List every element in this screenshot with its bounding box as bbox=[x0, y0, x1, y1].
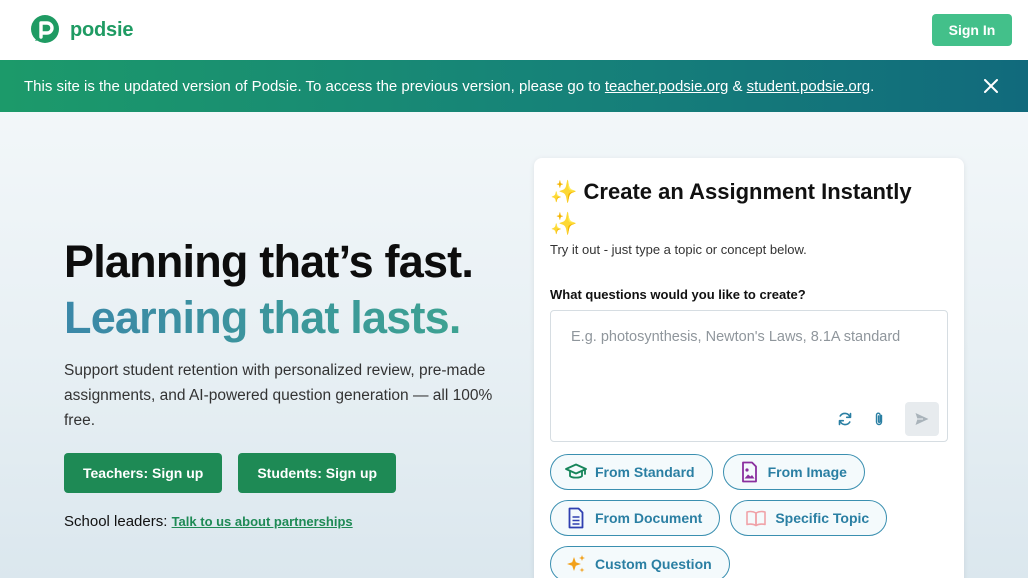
topic-input-box bbox=[550, 310, 948, 442]
custom-question-chip[interactable]: Custom Question bbox=[550, 546, 730, 578]
card-subtitle: Try it out - just type a topic or concep… bbox=[550, 242, 807, 257]
student-site-link[interactable]: student.podsie.org bbox=[747, 78, 870, 95]
hero-section: Planning that’s fast. Learning that last… bbox=[64, 234, 504, 530]
input-toolbar bbox=[837, 402, 939, 436]
top-navbar: podsie Sign In bbox=[0, 0, 1028, 60]
hero-headline-secondary: Learning that lasts. bbox=[64, 290, 504, 346]
from-document-chip[interactable]: From Document bbox=[550, 500, 721, 536]
chip-label: Custom Question bbox=[595, 556, 712, 572]
document-icon bbox=[568, 507, 584, 529]
school-leaders-line: School leaders: Talk to us about partner… bbox=[64, 513, 504, 530]
graduation-cap-icon bbox=[565, 463, 587, 479]
logo-text: podsie bbox=[70, 18, 134, 41]
podsie-logo[interactable]: podsie bbox=[29, 15, 133, 45]
image-file-icon bbox=[741, 461, 757, 483]
card-title: ✨ Create an Assignment Instantly ✨ bbox=[550, 176, 940, 240]
sparkles-icon bbox=[567, 555, 585, 573]
school-leaders-label: School leaders: bbox=[64, 513, 172, 530]
specific-topic-chip[interactable]: Specific Topic bbox=[730, 500, 888, 536]
banner-text-after: . bbox=[870, 77, 875, 95]
generation-source-chips: From Standard From Image From Document S… bbox=[550, 454, 950, 578]
from-image-chip[interactable]: From Image bbox=[722, 454, 865, 490]
close-icon[interactable] bbox=[984, 79, 998, 93]
banner-text: This site is the updated version of Pods… bbox=[24, 78, 874, 95]
paperclip-icon[interactable] bbox=[871, 411, 887, 427]
from-standard-chip[interactable]: From Standard bbox=[550, 454, 713, 490]
sign-in-button[interactable]: Sign In bbox=[932, 14, 1012, 46]
announcement-banner: This site is the updated version of Pods… bbox=[0, 60, 1028, 112]
teacher-site-link[interactable]: teacher.podsie.org bbox=[605, 78, 728, 95]
banner-text-before: This site is the updated version of Pods… bbox=[24, 77, 605, 95]
sparkles-icon: ✨ bbox=[550, 179, 578, 204]
cta-row: Teachers: Sign up Students: Sign up bbox=[64, 453, 504, 493]
question-prompt-label: What questions would you like to create? bbox=[550, 287, 806, 302]
chip-label: From Document bbox=[595, 510, 703, 526]
partnerships-link[interactable]: Talk to us about partnerships bbox=[172, 514, 353, 529]
send-icon bbox=[915, 413, 929, 425]
chip-label: From Standard bbox=[595, 464, 695, 480]
create-assignment-card: ✨ Create an Assignment Instantly ✨ Try i… bbox=[534, 158, 964, 578]
chip-label: Specific Topic bbox=[775, 510, 870, 526]
hero-headline-primary: Planning that’s fast. bbox=[64, 236, 474, 287]
students-signup-button[interactable]: Students: Sign up bbox=[238, 453, 397, 493]
banner-text-between: & bbox=[728, 77, 747, 95]
teachers-signup-button[interactable]: Teachers: Sign up bbox=[64, 453, 223, 493]
chip-label: From Image bbox=[767, 464, 847, 480]
card-title-text: Create an Assignment Instantly bbox=[583, 179, 912, 204]
refresh-icon[interactable] bbox=[837, 411, 853, 427]
send-button[interactable] bbox=[905, 402, 939, 436]
hero-description: Support student retention with personali… bbox=[64, 362, 493, 429]
sparkles-icon: ✨ bbox=[550, 211, 578, 236]
podsie-logo-icon bbox=[31, 15, 59, 43]
open-book-icon bbox=[746, 510, 767, 527]
topic-input[interactable] bbox=[551, 311, 947, 399]
